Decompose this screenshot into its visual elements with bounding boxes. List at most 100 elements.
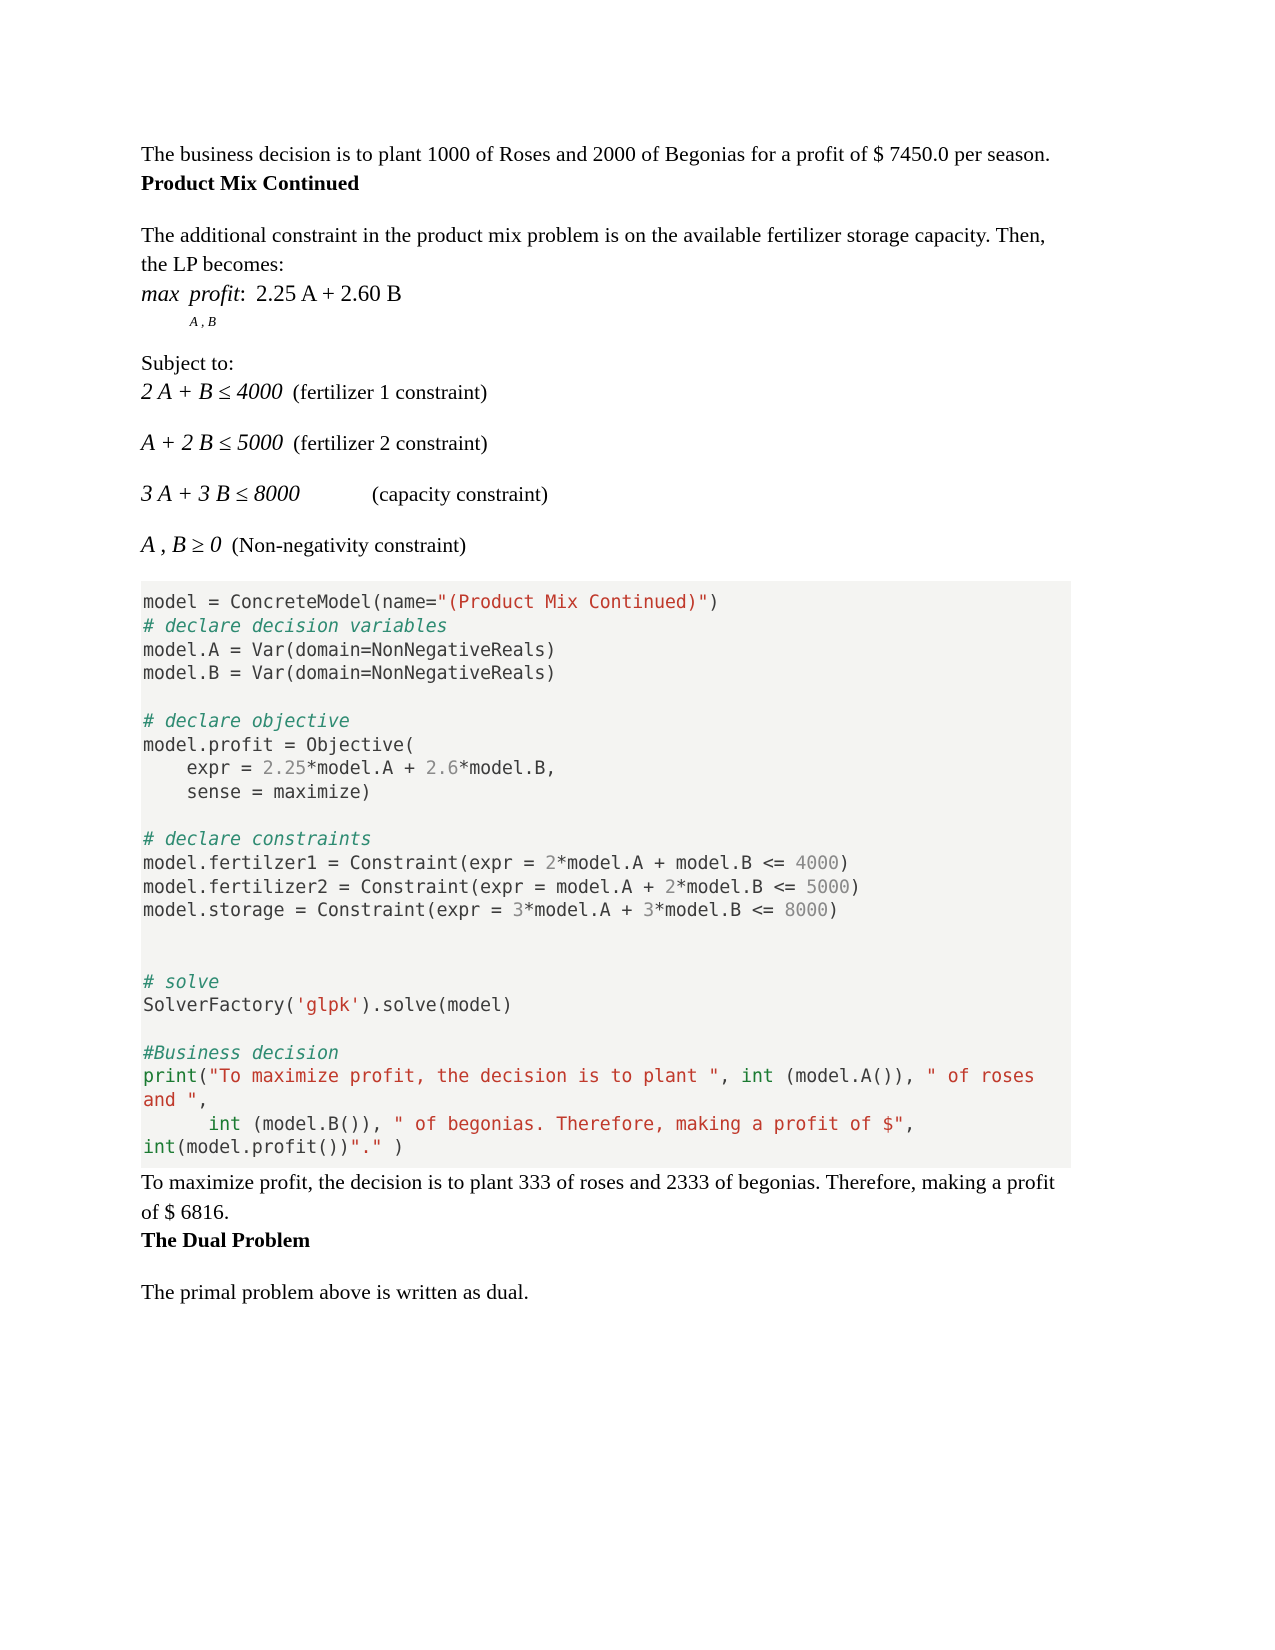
objective-function: max profit A , B:2.25 A + 2.60 B <box>141 280 402 329</box>
code-token: 2 <box>664 876 676 898</box>
code-line: # declare decision variables <box>141 615 1071 639</box>
constraint-expression: 3 A + 3 B ≤ 8000 <box>141 480 300 506</box>
code-token: model = ConcreteModel(name= <box>143 592 437 614</box>
code-token: " of begonias. Therefore, making a profi… <box>393 1113 905 1135</box>
code-token: model.storage = Constraint(expr = <box>143 900 513 922</box>
code-token: 2 <box>545 853 557 875</box>
code-token: *model.A + <box>523 900 644 922</box>
code-line: sense = maximize) <box>141 781 1071 805</box>
code-token: 4000 <box>795 853 839 875</box>
code-token: # declare constraints <box>143 829 372 851</box>
code-token: 3 <box>643 900 654 922</box>
constraint-expression: A + 2 B ≤ 5000 <box>141 430 284 456</box>
code-line: model.B = Var(domain=NonNegativeReals) <box>141 662 1071 686</box>
result-paragraph: To maximize profit, the decision is to p… <box>141 1170 1055 1224</box>
code-token: 3 <box>512 900 524 922</box>
constraint-note: (fertilizer 2 constraint) <box>293 431 488 456</box>
constraint-expression: 2 A + B ≤ 4000 <box>141 379 283 405</box>
code-token: model.fertilizer2 = Constraint(expr = mo… <box>143 876 665 898</box>
code-token: ) <box>382 1137 404 1159</box>
code-token: # declare objective <box>143 710 350 732</box>
code-token: "To maximize profit, the decision is to … <box>208 1066 720 1088</box>
code-line: SolverFactory('glpk').solve(model) <box>141 994 1071 1018</box>
code-token: *model.A + <box>306 758 426 780</box>
code-line: model.A = Var(domain=NonNegativeReals) <box>141 639 1071 663</box>
section-intro-paragraph: The additional constraint in the product… <box>141 222 1046 277</box>
constraint-capacity: 3 A + 3 B ≤ 8000 (capacity constraint) <box>141 480 1071 509</box>
code-line: model = ConcreteModel(name="(Product Mix… <box>141 591 1071 615</box>
document-content: The business decision is to plant 1000 o… <box>141 140 1071 1308</box>
code-token: (model.B()), <box>240 1113 394 1135</box>
constraint-fertilizer-1: 2 A + B ≤ 4000 (fertilizer 1 constraint) <box>141 378 1071 407</box>
code-token: ) <box>838 853 850 875</box>
code-token: *model.B, <box>458 758 557 780</box>
code-line: model.fertilizer2 = Constraint(expr = mo… <box>141 876 1071 900</box>
code-line: # declare objective <box>141 710 1071 734</box>
code-token: "(Product Mix Continued)" <box>436 592 709 614</box>
code-token: , <box>719 1066 741 1088</box>
constraint-expression: A , B ≥ 0 <box>141 531 222 557</box>
subject-to-label: Subject to: <box>141 350 235 375</box>
code-token: print <box>143 1066 198 1088</box>
code-token: 'glpk' <box>295 995 361 1017</box>
objective-expression: 2.25 A + 2.60 B <box>256 280 402 306</box>
code-line: expr = 2.25*model.A + 2.6*model.B, <box>141 757 1071 781</box>
code-token: ).solve(model) <box>360 995 513 1017</box>
objective-max-label: max <box>141 280 180 306</box>
dual-paragraph: The primal problem above is written as d… <box>141 1280 529 1305</box>
python-code-block: model = ConcreteModel(name="(Product Mix… <box>141 581 1071 1169</box>
code-line: # solve <box>141 971 1071 995</box>
code-line: model.fertilzer1 = Constraint(expr = 2*m… <box>141 852 1071 876</box>
code-token: model.fertilzer1 = Constraint(expr = <box>143 853 546 875</box>
document-page: The business decision is to plant 1000 o… <box>0 0 1275 1650</box>
constraint-non-negativity: A , B ≥ 0 (Non-negativity constraint) <box>141 531 1071 560</box>
code-token: (model.A()), <box>773 1066 926 1088</box>
constraint-fertilizer-2: A + 2 B ≤ 5000 (fertilizer 2 constraint) <box>141 429 1071 458</box>
intro-paragraph: The business decision is to plant 1000 o… <box>141 142 1051 166</box>
code-token: #Business decision <box>143 1042 339 1064</box>
code-token: # declare decision variables <box>143 616 448 638</box>
code-token: sense = maximize) <box>143 781 372 803</box>
code-token: *model.B <= <box>675 876 807 898</box>
constraint-note: (fertilizer 1 constraint) <box>292 380 488 405</box>
code-token: expr = <box>143 758 263 780</box>
code-token: *model.A + model.B <= <box>556 853 796 875</box>
code-token: , <box>904 1113 915 1135</box>
code-line: model.storage = Constraint(expr = 3*mode… <box>141 899 1071 923</box>
code-token: ( <box>197 1066 209 1088</box>
code-line: # declare constraints <box>141 828 1071 852</box>
code-line: model.profit = Objective( <box>141 734 1071 758</box>
code-token: ) <box>708 592 720 614</box>
code-token: # solve <box>143 971 220 993</box>
code-line: int(model.profit())"." ) <box>141 1136 1071 1160</box>
code-token: int <box>208 1113 241 1135</box>
code-line: int (model.B()), " of begonias. Therefor… <box>141 1113 1071 1137</box>
constraint-note: (Non-negativity constraint) <box>231 532 467 557</box>
code-token: 5000 <box>806 876 850 898</box>
code-token: (model.profit()) <box>175 1137 350 1159</box>
section-heading-the-dual-problem: The Dual Problem <box>141 1228 311 1253</box>
objective-profit-label: profit <box>189 280 240 306</box>
code-token: , <box>197 1090 209 1111</box>
constraint-note: (capacity constraint) <box>371 481 549 506</box>
code-token: model.profit = Objective( <box>143 734 415 756</box>
code-token: "." <box>349 1137 383 1159</box>
code-token: int <box>143 1137 176 1159</box>
code-token: *model.B <= <box>654 900 785 922</box>
code-token: 2.25 <box>262 758 307 780</box>
code-line: #Business decision <box>141 1042 1071 1066</box>
code-token: 2.6 <box>425 758 459 780</box>
code-token: ) <box>849 876 861 898</box>
code-token: model.B = Var(domain=NonNegativeReals) <box>143 663 557 685</box>
code-token: int <box>741 1066 774 1088</box>
code-token: ) <box>827 900 839 922</box>
code-token: 8000 <box>784 900 828 922</box>
section-heading-product-mix-continued: Product Mix Continued <box>141 170 360 195</box>
objective-colon: : <box>239 280 246 306</box>
